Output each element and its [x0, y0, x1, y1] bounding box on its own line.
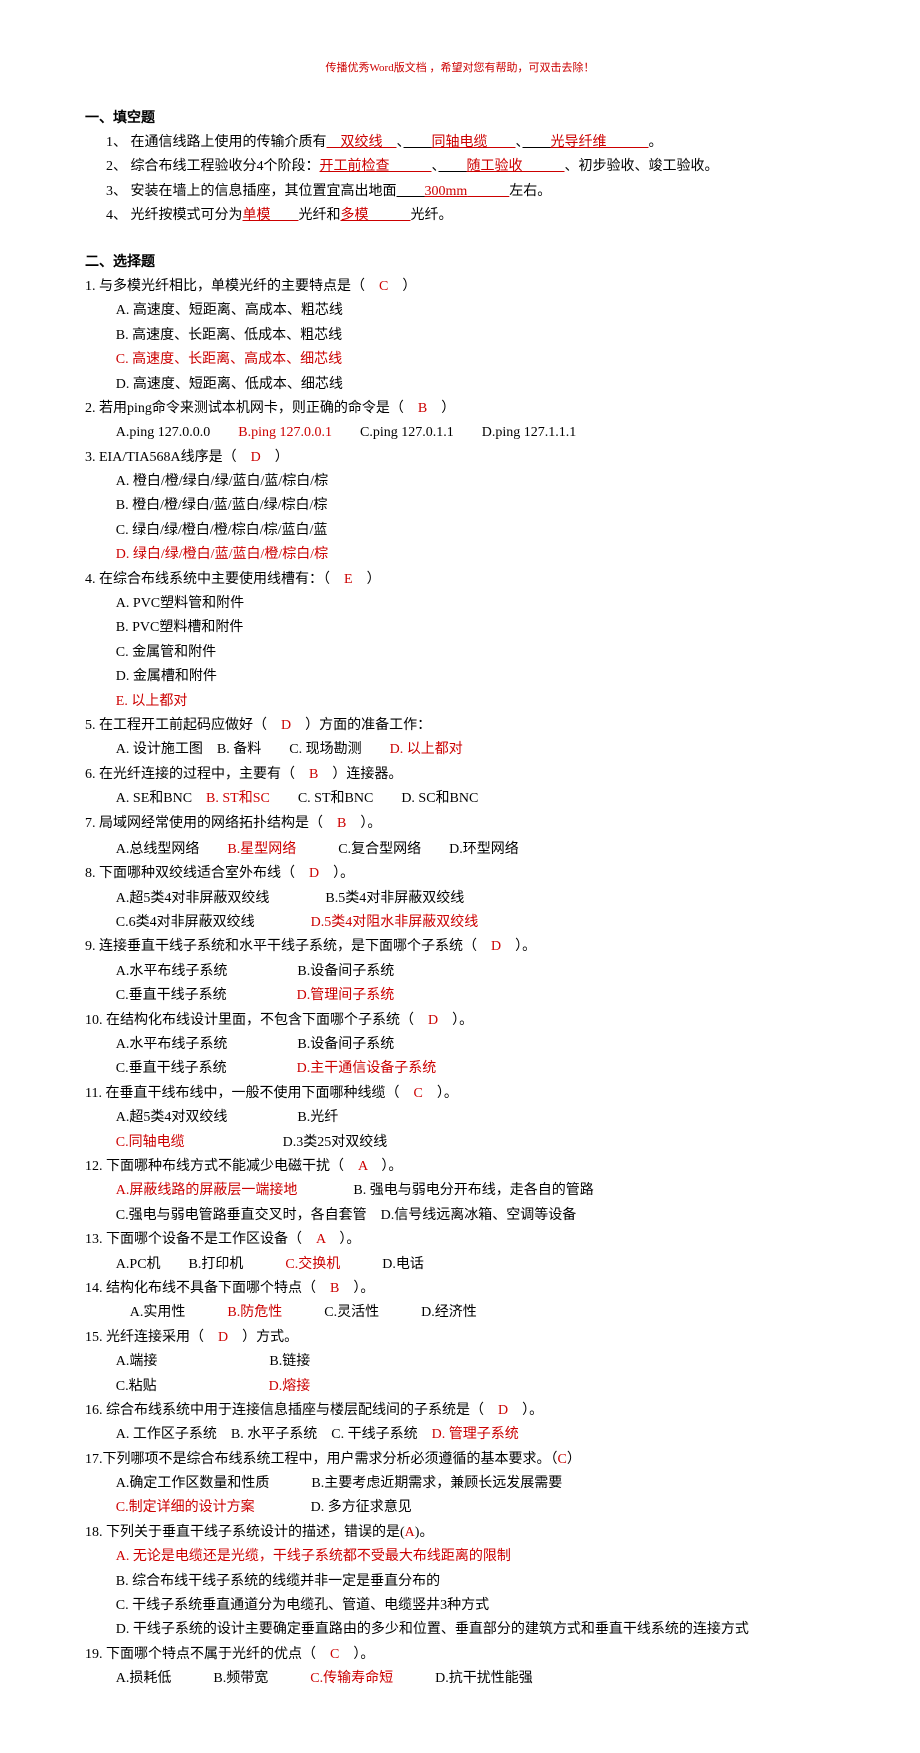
mcq-9-r2: C.垂直干线子系统 D.管理间子系统 — [85, 985, 835, 1007]
fill-q1-pre: 1、 在通信线路上使用的传输介质有 — [106, 135, 327, 150]
mcq-10: 10. 在结构化布线设计里面，不包含下面哪个子系统（ D ）。 — [85, 1010, 835, 1032]
fill-q4-a2: 多模 — [341, 208, 411, 223]
fill-q2: 2、 综合布线工程验收分4个阶段：开工前检查 、 随工验收 、初步验收、竣工验收… — [85, 156, 835, 178]
section1-title: 一、填空题 — [85, 108, 835, 130]
mcq-7-opts: A.总线型网络 B.星型网络 C.复合型网络 D.环型网络 — [85, 839, 835, 861]
mcq-3a: A. 橙白/橙/绿白/绿/蓝白/蓝/棕白/棕 — [85, 471, 835, 493]
mcq-18: 18. 下列关于垂直干线子系统设计的描述，错误的是(A)。 — [85, 1522, 835, 1544]
mcq-10-r1: A.水平布线子系统 B.设备间子系统 — [85, 1034, 835, 1056]
fill-q3-post: 左右。 — [509, 184, 551, 199]
fill-q1-post: 。 — [649, 135, 663, 150]
fill-q1-sep1: 、 — [397, 135, 404, 150]
mcq-18b: B. 综合布线干线子系统的线缆并非一定是垂直分布的 — [85, 1571, 835, 1593]
mcq-9-r1: A.水平布线子系统 B.设备间子系统 — [85, 961, 835, 983]
mcq-12-r1: A.屏蔽线路的屏蔽层一端接地 B. 强电与弱电分开布线，走各自的管路 — [85, 1180, 835, 1202]
doc-header: 传播优秀Word版文档 ，希望对您有帮助，可双击去除！ — [85, 60, 835, 78]
mcq-4a: A. PVC塑料管和附件 — [85, 593, 835, 615]
mcq-16-opts: A. 工作区子系统 B. 水平子系统 C. 干线子系统 D. 管理子系统 — [85, 1424, 835, 1446]
fill-q3: 3、 安装在墙上的信息插座，其位置宜高出地面 300mm 左右。 — [85, 181, 835, 203]
mcq-12: 12. 下面哪种布线方式不能减少电磁干扰（ A ）。 — [85, 1156, 835, 1178]
mcq-15: 15. 光纤连接采用（ D ）方式。 — [85, 1327, 835, 1349]
mcq-7: 7. 局域网经常使用的网络拓扑结构是（ B ）。 — [85, 813, 835, 835]
mcq-18a: A. 无论是电缆还是光缆，干线子系统都不受最大布线距离的限制 — [85, 1546, 835, 1568]
fill-q4-pre: 4、 光纤按模式可分为 — [106, 208, 243, 223]
fill-q4-a1: 单模 — [243, 208, 299, 223]
fill-q2-a1: 开工前检查 — [320, 159, 432, 174]
fill-q4-post: 光纤。 — [411, 208, 453, 223]
mcq-6: 6. 在光纤连接的过程中，主要有（ B ）连接器。 — [85, 764, 835, 786]
mcq-3c: C. 绿白/绿/橙白/橙/棕白/棕/蓝白/蓝 — [85, 520, 835, 542]
mcq-11: 11. 在垂直干线布线中，一般不使用下面哪种线缆（ C ）。 — [85, 1083, 835, 1105]
fill-q1: 1、 在通信线路上使用的传输介质有 双绞线 、 同轴电缆 、 光导纤维 。 — [85, 132, 835, 154]
mcq-5: 5. 在工程开工前起码应做好（ D ）方面的准备工作： — [85, 715, 835, 737]
mcq-1a: A. 高速度、短距离、高成本、粗芯线 — [85, 300, 835, 322]
fill-q2-a2: 随工验收 — [467, 159, 565, 174]
fill-q2-sep1: 、 — [432, 159, 439, 174]
fill-q1-blank1 — [404, 135, 432, 150]
fill-q3-blank-l — [397, 184, 425, 199]
mcq-11-r1: A.超5类4对双绞线 B.光纤 — [85, 1107, 835, 1129]
fill-q1-a1: 双绞线 — [327, 135, 397, 150]
mcq-17-r1: A.确定工作区数量和性质 B.主要考虑近期需求，兼顾长远发展需要 — [85, 1473, 835, 1495]
mcq-11-r2: C.同轴电缆 D.3类25对双绞线 — [85, 1132, 835, 1154]
mcq-8-r2: C.6类4对非屏蔽双绞线 D.5类4对阻水非屏蔽双绞线 — [85, 912, 835, 934]
mcq-6-opts: A. SE和BNC B. ST和SC C. ST和BNC D. SC和BNC — [85, 788, 835, 810]
mcq-8-r1: A.超5类4对非屏蔽双绞线 B.5类4对非屏蔽双绞线 — [85, 888, 835, 910]
mcq-19-opts: A.损耗低 B.频带宽 C.传输寿命短 D.抗干扰性能强 — [85, 1668, 835, 1690]
mcq-14-opts: A.实用性 B.防危性 C.灵活性 D.经济性 — [85, 1302, 835, 1324]
mcq-4b: B. PVC塑料槽和附件 — [85, 617, 835, 639]
mcq-3b: B. 橙白/橙/绿白/蓝/蓝白/绿/棕白/棕 — [85, 495, 835, 517]
mcq-3: 3. EIA/TIA568A线序是（ D ） — [85, 447, 835, 469]
fill-q2-blank1 — [439, 159, 467, 174]
mcq-17: 17.下列哪项不是综合布线系统工程中，用户需求分析必须遵循的基本要求。（C） — [85, 1449, 835, 1471]
mcq-3d: D. 绿白/绿/橙白/蓝/蓝白/橙/棕白/棕 — [85, 544, 835, 566]
section2-title: 二、选择题 — [85, 252, 835, 274]
mcq-1d: D. 高速度、短距离、低成本、细芯线 — [85, 374, 835, 396]
fill-q1-a3: 光导纤维 — [551, 135, 649, 150]
fill-q4-mid: 光纤和 — [299, 208, 341, 223]
fill-q2-post: 、初步验收、竣工验收。 — [565, 159, 719, 174]
mcq-4: 4. 在综合布线系统中主要使用线槽有：（ E ） — [85, 569, 835, 591]
mcq-15-r1: A.端接 B.链接 — [85, 1351, 835, 1373]
mcq-14: 14. 结构化布线不具备下面哪个特点（ B ）。 — [85, 1278, 835, 1300]
fill-q3-a1: 300mm — [425, 184, 510, 199]
mcq-4d: D. 金属槽和附件 — [85, 666, 835, 688]
fill-q1-a2: 同轴电缆 — [432, 135, 516, 150]
fill-q1-sep2: 、 — [516, 135, 523, 150]
mcq-4c: C. 金属管和附件 — [85, 642, 835, 664]
fill-q2-pre: 2、 综合布线工程验收分4个阶段： — [106, 159, 320, 174]
fill-q3-pre: 3、 安装在墙上的信息插座，其位置宜高出地面 — [106, 184, 397, 199]
mcq-1: 1. 与多模光纤相比，单模光纤的主要特点是（ C ） — [85, 276, 835, 298]
fill-q4: 4、 光纤按模式可分为单模 光纤和多模 光纤。 — [85, 205, 835, 227]
mcq-5-opts: A. 设计施工图 B. 备料 C. 现场勘测 D. 以上都对 — [85, 739, 835, 761]
mcq-10-r2: C.垂直干线子系统 D.主干通信设备子系统 — [85, 1058, 835, 1080]
mcq-13: 13. 下面哪个设备不是工作区设备（ A ）。 — [85, 1229, 835, 1251]
mcq-15-r2: C.粘贴 D.熔接 — [85, 1376, 835, 1398]
mcq-18d: D. 干线子系统的设计主要确定垂直路由的多少和位置、垂直部分的建筑方式和垂直干线… — [85, 1619, 835, 1641]
mcq-1c: C. 高速度、长距离、高成本、细芯线 — [85, 349, 835, 371]
mcq-16: 16. 综合布线系统中用于连接信息插座与楼层配线间的子系统是（ D ）。 — [85, 1400, 835, 1422]
mcq-8: 8. 下面哪种双绞线适合室外布线（ D ）。 — [85, 863, 835, 885]
mcq-9: 9. 连接垂直干线子系统和水平干线子系统，是下面哪个子系统（ D ）。 — [85, 936, 835, 958]
mcq-18c: C. 干线子系统垂直通道分为电缆孔、管道、电缆竖井3种方式 — [85, 1595, 835, 1617]
mcq-12-r2: C.强电与弱电管路垂直交叉时，各自套管 D.信号线远离冰箱、空调等设备 — [85, 1205, 835, 1227]
mcq-2-opts: A.ping 127.0.0.0 B.ping 127.0.0.1 C.ping… — [85, 422, 835, 444]
mcq-1b: B. 高速度、长距离、低成本、粗芯线 — [85, 325, 835, 347]
mcq-13-opts: A.PC机 B.打印机 C.交换机 D.电话 — [85, 1254, 835, 1276]
mcq-17-r2: C.制定详细的设计方案 D. 多方征求意见 — [85, 1497, 835, 1519]
mcq-4e: E. 以上都对 — [85, 691, 835, 713]
mcq-2: 2. 若用ping命令来测试本机网卡，则正确的命令是（ B ） — [85, 398, 835, 420]
fill-q1-blank2 — [523, 135, 551, 150]
mcq-19: 19. 下面哪个特点不属于光纤的优点（ C ）。 — [85, 1644, 835, 1666]
